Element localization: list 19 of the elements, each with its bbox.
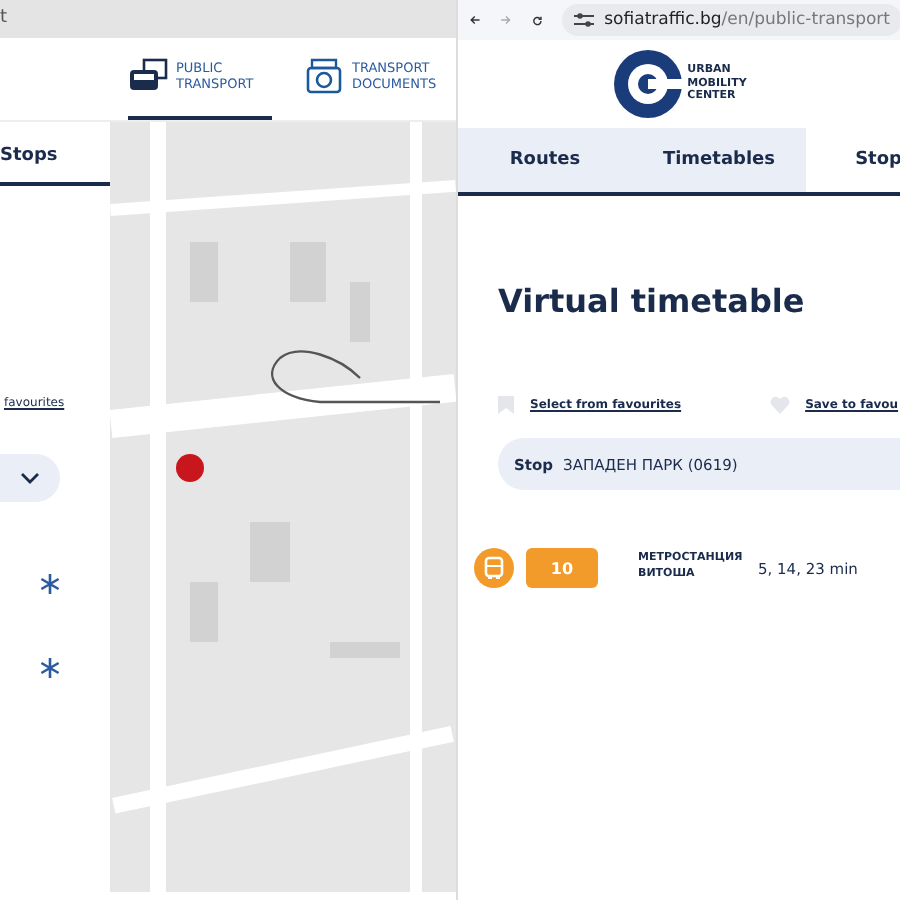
bus-icon <box>128 58 168 95</box>
reload-icon[interactable] <box>531 11 543 29</box>
stop-dropdown[interactable] <box>0 454 60 502</box>
page-title: Virtual timetable <box>498 282 807 320</box>
site-settings-icon <box>574 12 595 28</box>
heart-icon <box>769 396 790 414</box>
ticket-icon <box>304 58 344 95</box>
location-pin-icon <box>176 454 204 482</box>
address-bar[interactable]: sofiatraffic.bg/en/public-transport <box>562 4 900 36</box>
chevron-icon <box>20 472 40 484</box>
tab[interactable]: Timetables <box>632 128 806 192</box>
logo-icon <box>613 50 682 118</box>
address-text: t <box>0 8 8 29</box>
tab[interactable]: Routes <box>458 128 632 192</box>
bus-icon <box>474 548 514 588</box>
snowflake-icon <box>40 658 60 678</box>
back-icon[interactable] <box>470 12 481 28</box>
snowflake-icon <box>40 574 60 594</box>
bookmark-icon <box>498 396 514 414</box>
